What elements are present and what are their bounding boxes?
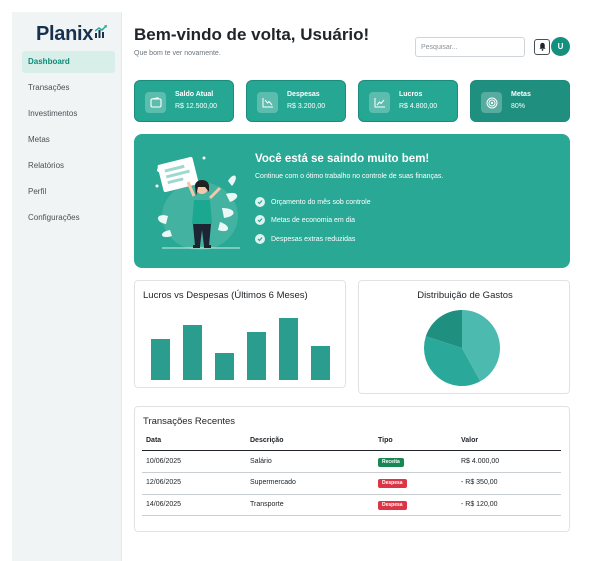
stat-label: Saldo Atual bbox=[175, 91, 214, 98]
stat-card-lucros: Lucros R$ 4.800,00 bbox=[358, 80, 458, 122]
sidebar-nav: Dashboard Transações Investimentos Metas… bbox=[22, 51, 115, 233]
motivation-banner: Você está se saindo muito bem! Continue … bbox=[134, 134, 570, 268]
wallet-icon bbox=[145, 92, 166, 113]
status-badge-despesa: Despesa bbox=[378, 501, 407, 510]
row-description: Transporte bbox=[250, 501, 284, 508]
table-header-divider bbox=[142, 450, 561, 451]
bar-chart bbox=[151, 318, 330, 380]
stat-card-metas: Metas 80% bbox=[470, 80, 570, 122]
bar bbox=[183, 325, 202, 380]
bar bbox=[247, 332, 266, 380]
row-divider bbox=[142, 515, 561, 516]
column-header-descricao: Descrição bbox=[250, 437, 284, 444]
column-header-tipo: Tipo bbox=[378, 437, 393, 444]
sidebar-item-transacoes[interactable]: Transações bbox=[22, 77, 115, 99]
banner-bullet-text: Metas de economia em dia bbox=[271, 216, 356, 224]
stat-value: R$ 4.800,00 bbox=[399, 103, 438, 110]
notifications-button[interactable] bbox=[534, 39, 550, 55]
stat-label: Despesas bbox=[287, 91, 320, 98]
page-title: Bem-vindo de volta, Usuário! bbox=[134, 25, 370, 44]
check-circle-icon bbox=[255, 215, 265, 225]
stat-label: Lucros bbox=[399, 91, 423, 98]
row-description: Supermercado bbox=[250, 479, 296, 486]
row-date: 12/06/2025 bbox=[146, 479, 182, 486]
transactions-title: Transações Recentes bbox=[143, 416, 236, 427]
row-description: Salário bbox=[250, 458, 272, 465]
stat-card-saldo: Saldo Atual R$ 12.500,00 bbox=[134, 80, 234, 122]
banner-bullet: Despesas extras reduzidas bbox=[255, 234, 355, 244]
pie-chart-title: Distribuição de Gastos bbox=[417, 290, 513, 301]
column-header-data: Data bbox=[146, 437, 162, 444]
stat-label: Metas bbox=[511, 91, 531, 98]
column-header-valor: Valor bbox=[461, 437, 479, 444]
target-icon bbox=[481, 92, 502, 113]
bar bbox=[279, 318, 298, 380]
bar-chart-title: Lucros vs Despesas (Últimos 6 Meses) bbox=[143, 290, 308, 301]
sidebar-item-dashboard[interactable]: Dashboard bbox=[22, 51, 115, 73]
status-badge-receita: Receita bbox=[378, 458, 404, 467]
stat-card-despesas: Despesas R$ 3.200,00 bbox=[246, 80, 346, 122]
logo-chart-icon bbox=[94, 21, 108, 44]
banner-bullet-text: Orçamento do mês sob controle bbox=[271, 198, 371, 206]
row-date: 10/06/2025 bbox=[146, 458, 182, 465]
stat-value: 80% bbox=[511, 103, 526, 110]
bell-icon bbox=[538, 38, 547, 56]
stat-value: R$ 3.200,00 bbox=[287, 103, 326, 110]
banner-text: Continue com o ótimo trabalho no control… bbox=[255, 173, 444, 180]
row-date: 14/06/2025 bbox=[146, 501, 182, 508]
banner-bullet-text: Despesas extras reduzidas bbox=[271, 235, 356, 243]
row-value: R$ 4.000,00 bbox=[461, 458, 500, 465]
row-value: - R$ 120,00 bbox=[461, 501, 498, 508]
sidebar-item-relatorios[interactable]: Relatórios bbox=[22, 155, 115, 177]
row-value: - R$ 350,00 bbox=[461, 479, 498, 486]
bar bbox=[311, 346, 330, 380]
banner-bullet: Metas de economia em dia bbox=[255, 215, 355, 225]
sidebar-item-configuracoes[interactable]: Configurações bbox=[22, 207, 115, 229]
banner-bullet: Orçamento do mês sob controle bbox=[255, 197, 371, 207]
chart-up-icon bbox=[369, 92, 390, 113]
sidebar-item-investimentos[interactable]: Investimentos bbox=[22, 103, 115, 125]
banner-illustration bbox=[155, 156, 240, 250]
brand-name: Planix bbox=[36, 23, 94, 45]
page-subtitle: Que bom te ver novamente. bbox=[134, 50, 221, 57]
brand-logo[interactable]: Planix bbox=[36, 21, 108, 46]
row-divider bbox=[142, 472, 561, 473]
bar bbox=[151, 339, 170, 380]
search-input[interactable] bbox=[415, 37, 525, 57]
pie-chart-card: Distribuição de Gastos bbox=[358, 280, 570, 394]
banner-title: Você está se saindo muito bem! bbox=[255, 153, 430, 165]
bar bbox=[215, 353, 234, 380]
sidebar-item-perfil[interactable]: Perfil bbox=[22, 181, 115, 203]
user-avatar[interactable]: U bbox=[551, 37, 570, 56]
pie-chart bbox=[424, 310, 500, 386]
bar-chart-card: Lucros vs Despesas (Últimos 6 Meses) bbox=[134, 280, 346, 388]
stat-value: R$ 12.500,00 bbox=[175, 103, 218, 110]
sidebar-item-metas[interactable]: Metas bbox=[22, 129, 115, 151]
check-circle-icon bbox=[255, 197, 265, 207]
sidebar: Planix Dashboard Transações Investimento… bbox=[12, 12, 122, 561]
check-circle-icon bbox=[255, 234, 265, 244]
status-badge-despesa: Despesa bbox=[378, 479, 407, 488]
row-divider bbox=[142, 494, 561, 495]
chart-down-icon bbox=[257, 92, 278, 113]
